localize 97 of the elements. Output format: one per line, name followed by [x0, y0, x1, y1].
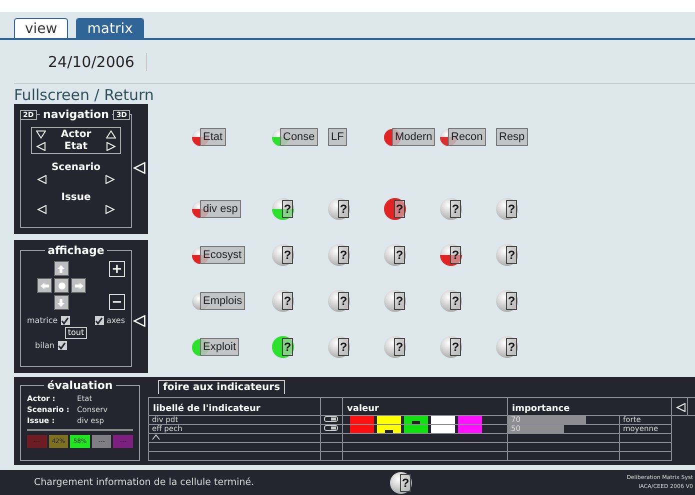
- indicator-sphere: [272, 290, 294, 312]
- cell-button[interactable]: ?: [282, 292, 293, 310]
- center-button[interactable]: [54, 278, 69, 293]
- help-button[interactable]: ?: [400, 474, 411, 492]
- pan-left-button[interactable]: [37, 278, 52, 293]
- indicator-sphere: [384, 290, 406, 312]
- tab[interactable]: matrix: [76, 18, 144, 38]
- matrix-node[interactable]: Modern: [392, 128, 436, 146]
- matrix-node[interactable]: div esp: [200, 200, 241, 218]
- cell-button[interactable]: ?: [338, 292, 349, 310]
- matrix-node[interactable]: Exploit: [200, 338, 240, 356]
- right-arrow-icon: [74, 280, 84, 290]
- matrix-node[interactable]: Resp: [496, 128, 528, 146]
- indicator-sphere: [272, 244, 294, 266]
- column-header: libellé de l'indicateur: [148, 398, 320, 416]
- caret-up-icon[interactable]: [152, 434, 160, 440]
- checkbox[interactable]: [94, 316, 104, 325]
- panel-title: affichage: [46, 244, 106, 257]
- date-text: 24/10/2006: [48, 52, 148, 70]
- pan-down-button[interactable]: [54, 295, 69, 310]
- axis-label: Actor: [60, 129, 92, 140]
- axis-label: Issue: [60, 192, 92, 203]
- down-arrow-icon: [56, 298, 66, 308]
- matrix-node[interactable]: LF: [328, 128, 347, 146]
- zoom-out-button[interactable]: −: [109, 294, 125, 310]
- collapse-arrow-icon[interactable]: [132, 162, 146, 174]
- down-arrow-icon[interactable]: [36, 130, 46, 139]
- checkbox[interactable]: [58, 341, 66, 350]
- help-sphere: [390, 472, 412, 494]
- indicator-sphere: [496, 336, 518, 358]
- indicator-sphere: [496, 198, 518, 220]
- value-segment[interactable]: [377, 425, 401, 433]
- cell-button[interactable]: ?: [450, 338, 461, 356]
- collapse-arrow-icon[interactable]: [132, 315, 146, 327]
- tab[interactable]: view: [14, 18, 68, 38]
- axis-label: Scenario: [50, 162, 102, 173]
- cell-button[interactable]: ?: [506, 246, 517, 264]
- value-segment[interactable]: [404, 416, 428, 424]
- matrix-node[interactable]: Etat: [200, 128, 226, 146]
- indicator-sphere: [328, 290, 350, 312]
- zoom-in-button[interactable]: +: [109, 261, 125, 277]
- indicator-sphere: [328, 336, 350, 358]
- checkbox[interactable]: [60, 316, 70, 325]
- cell-button[interactable]: ?: [338, 338, 349, 356]
- cell-button[interactable]: ?: [338, 200, 349, 218]
- matrix-node[interactable]: Emplois: [200, 292, 246, 310]
- axis-value: Etat: [64, 141, 88, 152]
- matrix-node[interactable]: Ecosyst: [200, 246, 245, 264]
- cell-button[interactable]: ?: [394, 338, 405, 356]
- pan-up-button[interactable]: [54, 261, 69, 276]
- checkbox-label: bilan: [35, 341, 54, 350]
- checkbox-label: matrice: [27, 316, 58, 325]
- cell-button[interactable]: ?: [450, 200, 461, 218]
- cell-button[interactable]: ?: [450, 246, 461, 264]
- cell-button[interactable]: ?: [338, 246, 349, 264]
- up-arrow-icon: [56, 264, 66, 274]
- cell-button[interactable]: ?: [506, 292, 517, 310]
- cell-button[interactable]: ?: [450, 292, 461, 310]
- indicator-sphere: [440, 198, 462, 220]
- indicator-sphere: [440, 290, 462, 312]
- checkbox-label: axes: [106, 316, 125, 325]
- indicator-sphere: [496, 244, 518, 266]
- pan-right-button[interactable]: [71, 278, 86, 293]
- cell-button[interactable]: ?: [282, 246, 293, 264]
- panel-title: navigation: [42, 108, 110, 121]
- indicator-sphere: [384, 336, 406, 358]
- left-arrow-icon[interactable]: [37, 175, 47, 184]
- cell-button[interactable]: ?: [394, 200, 405, 218]
- cell-button[interactable]: ?: [394, 292, 405, 310]
- right-arrow-icon[interactable]: [105, 175, 115, 184]
- indicator-sphere: [384, 244, 406, 266]
- status-message: Chargement information de la cellule terminé.: [34, 477, 256, 488]
- toggle-icon[interactable]: [324, 416, 338, 422]
- panel-title: évaluation: [46, 379, 114, 392]
- matrix-node[interactable]: Conse: [280, 128, 318, 146]
- left-arrow-icon[interactable]: [37, 205, 47, 214]
- cell-button[interactable]: ?: [282, 338, 293, 356]
- indicator-sphere: [440, 336, 462, 358]
- matrix-node[interactable]: Recon: [448, 128, 486, 146]
- cell-button[interactable]: ?: [506, 338, 517, 356]
- toggle-icon[interactable]: [324, 425, 338, 431]
- right-arrow-icon[interactable]: [106, 142, 116, 151]
- indicator-sphere: [328, 198, 350, 220]
- indicator-sphere: [496, 290, 518, 312]
- panel-title: foire aux indicateurs: [158, 380, 286, 394]
- up-arrow-icon[interactable]: [106, 130, 116, 139]
- indicator-sphere: [328, 244, 350, 266]
- cell-button[interactable]: ?: [282, 200, 293, 218]
- expand-arrow-icon[interactable]: [676, 402, 686, 412]
- cell-button[interactable]: ?: [394, 246, 405, 264]
- cell-button[interactable]: ?: [506, 200, 517, 218]
- left-arrow-icon[interactable]: [36, 142, 46, 151]
- all-button[interactable]: tout: [64, 327, 88, 339]
- dot-icon: [58, 282, 66, 290]
- right-arrow-icon[interactable]: [105, 205, 115, 214]
- left-arrow-icon: [40, 280, 50, 290]
- fullscreen-link[interactable]: Fullscreen / Return: [14, 86, 154, 104]
